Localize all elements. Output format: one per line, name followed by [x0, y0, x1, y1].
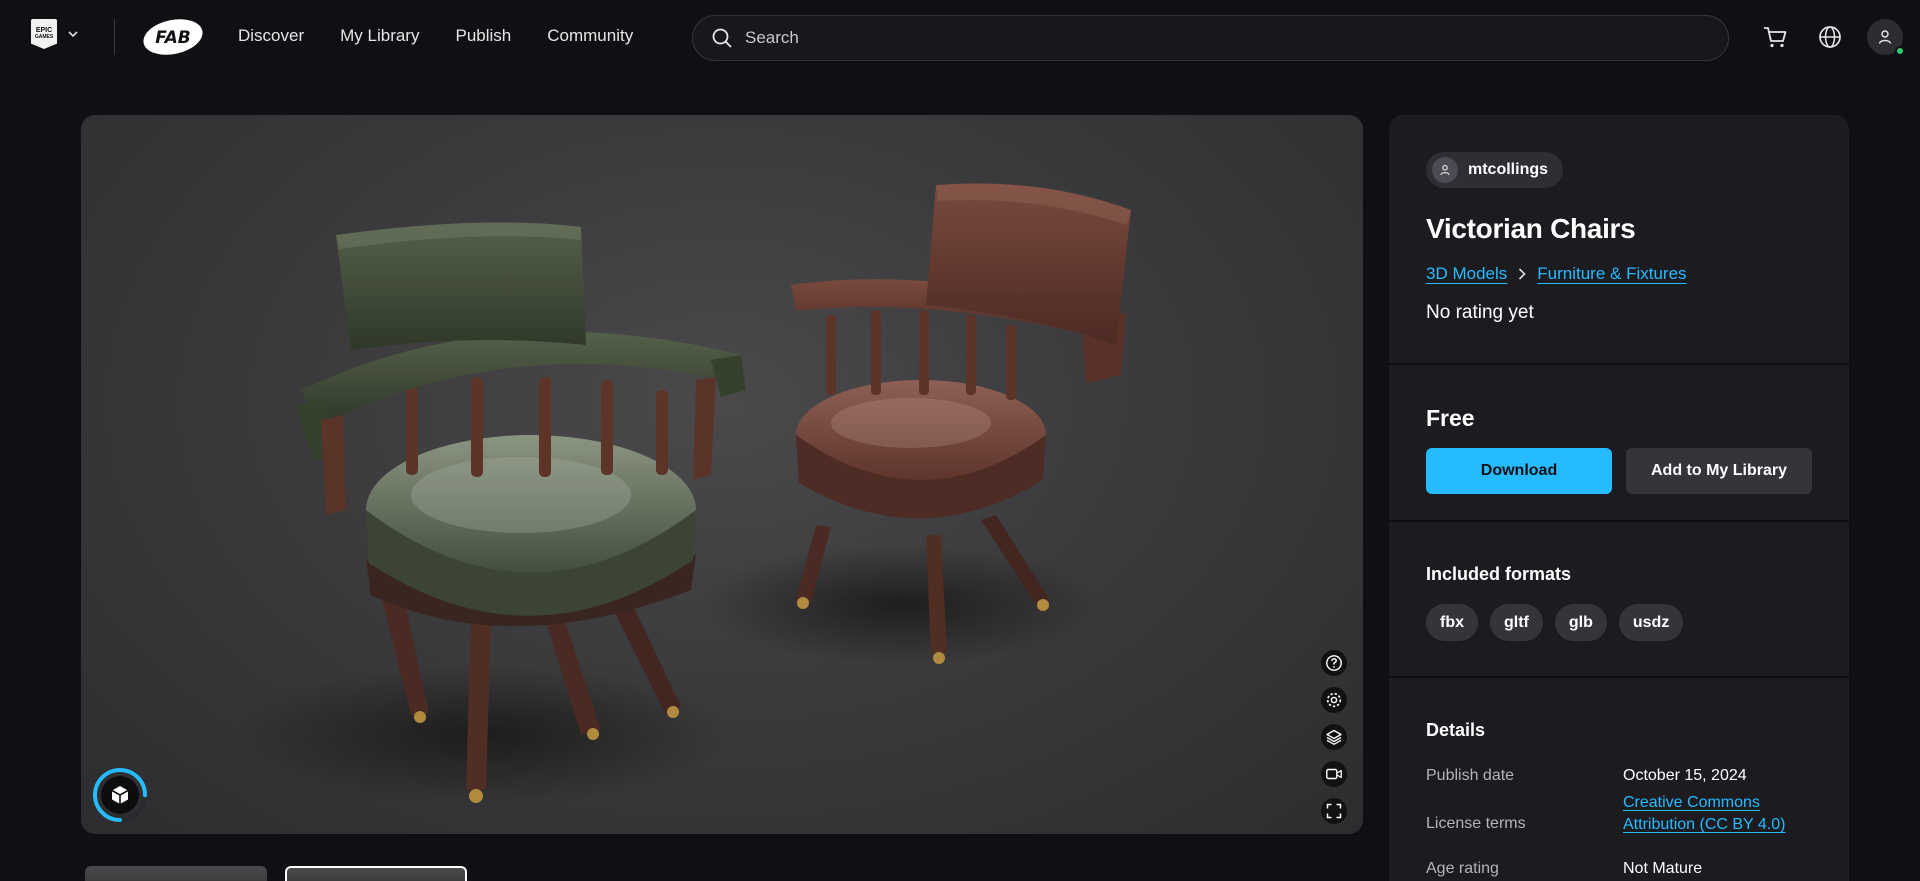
- license-link-line1[interactable]: Creative Commons: [1623, 794, 1760, 811]
- license-link-line2[interactable]: Attribution (CC BY 4.0): [1623, 816, 1785, 833]
- layers-icon: [1326, 729, 1342, 746]
- model-viewer[interactable]: [81, 115, 1363, 834]
- price: Free: [1426, 405, 1475, 431]
- language-button[interactable]: [1816, 23, 1844, 51]
- format-chip: glb: [1554, 604, 1607, 641]
- globe-icon: [1819, 26, 1841, 48]
- avatar: [1432, 157, 1458, 183]
- format-chip: fbx: [1426, 604, 1478, 641]
- age-rating-label: Age rating: [1426, 860, 1499, 877]
- search-icon: [712, 28, 732, 48]
- purchase-section: Free Download Add to My Library: [1389, 365, 1849, 522]
- breadcrumb-3d-models[interactable]: 3D Models: [1426, 264, 1507, 284]
- details-heading: Details: [1426, 720, 1486, 740]
- download-button[interactable]: Download: [1426, 448, 1612, 494]
- license-terms-value: Creative Commons Attribution (CC BY 4.0): [1623, 792, 1785, 836]
- formats-section: Included formats fbx gltf glb usdz: [1389, 522, 1849, 678]
- online-status-dot: [1895, 46, 1905, 56]
- rating-text: No rating yet: [1426, 302, 1534, 323]
- epic-games-logo: EPIC GAMES: [31, 19, 57, 49]
- breadcrumb: 3D Models Furniture & Fixtures: [1426, 264, 1687, 284]
- product-info-panel: mtcollings Victorian Chairs 3D Models Fu…: [1389, 115, 1849, 881]
- add-to-library-button[interactable]: Add to My Library: [1626, 448, 1812, 494]
- breadcrumb-furniture-fixtures[interactable]: Furniture & Fixtures: [1537, 264, 1686, 284]
- publish-date-label: Publish date: [1426, 767, 1515, 784]
- epic-games-menu[interactable]: EPIC GAMES: [31, 19, 79, 49]
- license-terms-label: License terms: [1426, 815, 1526, 832]
- user-icon: [1440, 164, 1450, 176]
- details-section: Details Publish date October 15, 2024 Li…: [1389, 678, 1849, 881]
- product-header-section: mtcollings Victorian Chairs 3D Models Fu…: [1389, 115, 1849, 365]
- search-input[interactable]: [745, 28, 1645, 48]
- age-rating-value: Not Mature: [1623, 860, 1703, 877]
- epic-logo-line: EPIC: [35, 27, 53, 34]
- cart-button[interactable]: [1761, 23, 1789, 51]
- header-divider: [114, 19, 115, 55]
- product-title: Victorian Chairs: [1426, 213, 1636, 244]
- top-navigation-bar: EPIC GAMES FAB Discover My Library Publi…: [0, 0, 1920, 74]
- publish-date-value: October 15, 2024: [1623, 767, 1747, 784]
- viewer-layers-button[interactable]: [1321, 724, 1347, 750]
- nav-my-library[interactable]: My Library: [340, 26, 419, 46]
- formats-heading: Included formats: [1426, 564, 1572, 584]
- main-nav: Discover My Library Publish Community: [238, 26, 633, 46]
- settings-icon: [1326, 692, 1342, 708]
- fab-logo[interactable]: FAB: [142, 18, 204, 56]
- chairs-render: [231, 183, 1131, 805]
- format-chip: gltf: [1490, 604, 1543, 641]
- format-chips: fbx gltf glb usdz: [1426, 604, 1684, 641]
- nav-discover[interactable]: Discover: [238, 26, 304, 46]
- format-chip: usdz: [1618, 604, 1684, 641]
- user-icon: [1878, 30, 1892, 44]
- fullscreen-icon: [1326, 803, 1342, 819]
- cart-icon: [1764, 27, 1787, 48]
- chevron-down-icon: [68, 31, 78, 38]
- viewer-camera-button[interactable]: [1321, 761, 1347, 787]
- viewer-help-button[interactable]: [1321, 650, 1347, 676]
- viewer-settings-button[interactable]: [1321, 687, 1347, 713]
- search-bar[interactable]: [692, 15, 1729, 61]
- epic-logo-line: GAMES: [34, 34, 54, 40]
- thumbnail-1[interactable]: [85, 866, 267, 881]
- account-button[interactable]: [1867, 19, 1905, 56]
- model-loading-indicator[interactable]: [91, 766, 149, 824]
- author-chip[interactable]: mtcollings: [1426, 152, 1564, 188]
- thumbnail-2-selected[interactable]: [285, 866, 467, 881]
- nav-publish[interactable]: Publish: [455, 26, 511, 46]
- nav-community[interactable]: Community: [547, 26, 633, 46]
- help-icon: [1326, 655, 1342, 671]
- camera-icon: [1326, 768, 1342, 780]
- chevron-right-icon: [1519, 268, 1526, 280]
- viewer-fullscreen-button[interactable]: [1321, 798, 1347, 824]
- author-name: mtcollings: [1468, 161, 1549, 178]
- fab-logo-text: FAB: [155, 28, 191, 48]
- viewer-toolbar: [1321, 650, 1347, 824]
